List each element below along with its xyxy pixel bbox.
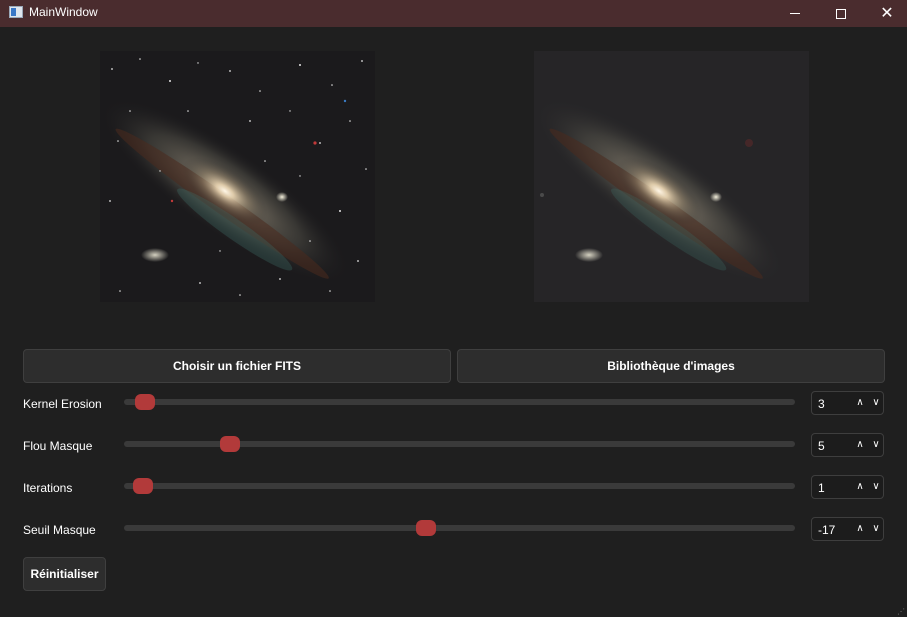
spinbox-value: -17 [818,523,836,537]
flou-masque-spinbox[interactable]: 5 ∧ ∨ [811,433,884,457]
reset-button[interactable]: Réinitialiser [23,557,106,591]
processed-galaxy-image [534,51,809,302]
app-icon [9,6,23,18]
spinbox-value: 1 [818,481,825,495]
flou-masque-label: Flou Masque [23,439,93,453]
iterations-label: Iterations [23,481,73,495]
image-library-button[interactable]: Bibliothèque d'images [457,349,885,383]
kernel-erosion-label: Kernel Erosion [23,397,102,411]
chevron-down-icon[interactable]: ∨ [870,480,882,494]
seuil-masque-slider[interactable] [124,520,795,536]
chevron-down-icon[interactable]: ∨ [870,522,882,536]
close-icon: ✕ [880,4,894,22]
chevron-up-icon[interactable]: ∧ [854,396,866,410]
galaxy-image-icon [100,51,375,302]
minimize-icon [790,13,800,14]
title-bar: MainWindow ✕ [0,0,907,27]
seuil-masque-spinbox[interactable]: -17 ∧ ∨ [811,517,884,541]
flou-masque-slider[interactable] [124,436,795,452]
kernel-erosion-slider[interactable] [124,394,795,410]
original-galaxy-image [100,51,375,302]
choose-fits-button[interactable]: Choisir un fichier FITS [23,349,451,383]
galaxy-image-icon [534,51,809,302]
slider-handle[interactable] [219,436,240,452]
spinbox-value: 5 [818,439,825,453]
chevron-up-icon[interactable]: ∧ [854,522,866,536]
main-window: MainWindow ✕ Choisir un fichier FITS Bib… [0,0,907,617]
iterations-spinbox[interactable]: 1 ∧ ∨ [811,475,884,499]
seuil-masque-label: Seuil Masque [23,523,96,537]
window-title: MainWindow [29,5,98,19]
iterations-slider[interactable] [124,478,795,494]
chevron-down-icon[interactable]: ∨ [870,438,882,452]
slider-handle[interactable] [415,520,436,536]
close-button[interactable]: ✕ [864,0,907,27]
chevron-up-icon[interactable]: ∧ [854,480,866,494]
kernel-erosion-spinbox[interactable]: 3 ∧ ∨ [811,391,884,415]
resize-grip-icon[interactable]: ⋰ [897,607,905,616]
spinbox-value: 3 [818,397,825,411]
maximize-button[interactable] [818,0,864,27]
chevron-up-icon[interactable]: ∧ [854,438,866,452]
maximize-icon [836,8,846,19]
chevron-down-icon[interactable]: ∨ [870,396,882,410]
minimize-button[interactable] [772,0,818,27]
slider-handle[interactable] [135,394,156,410]
slider-handle[interactable] [133,478,154,494]
